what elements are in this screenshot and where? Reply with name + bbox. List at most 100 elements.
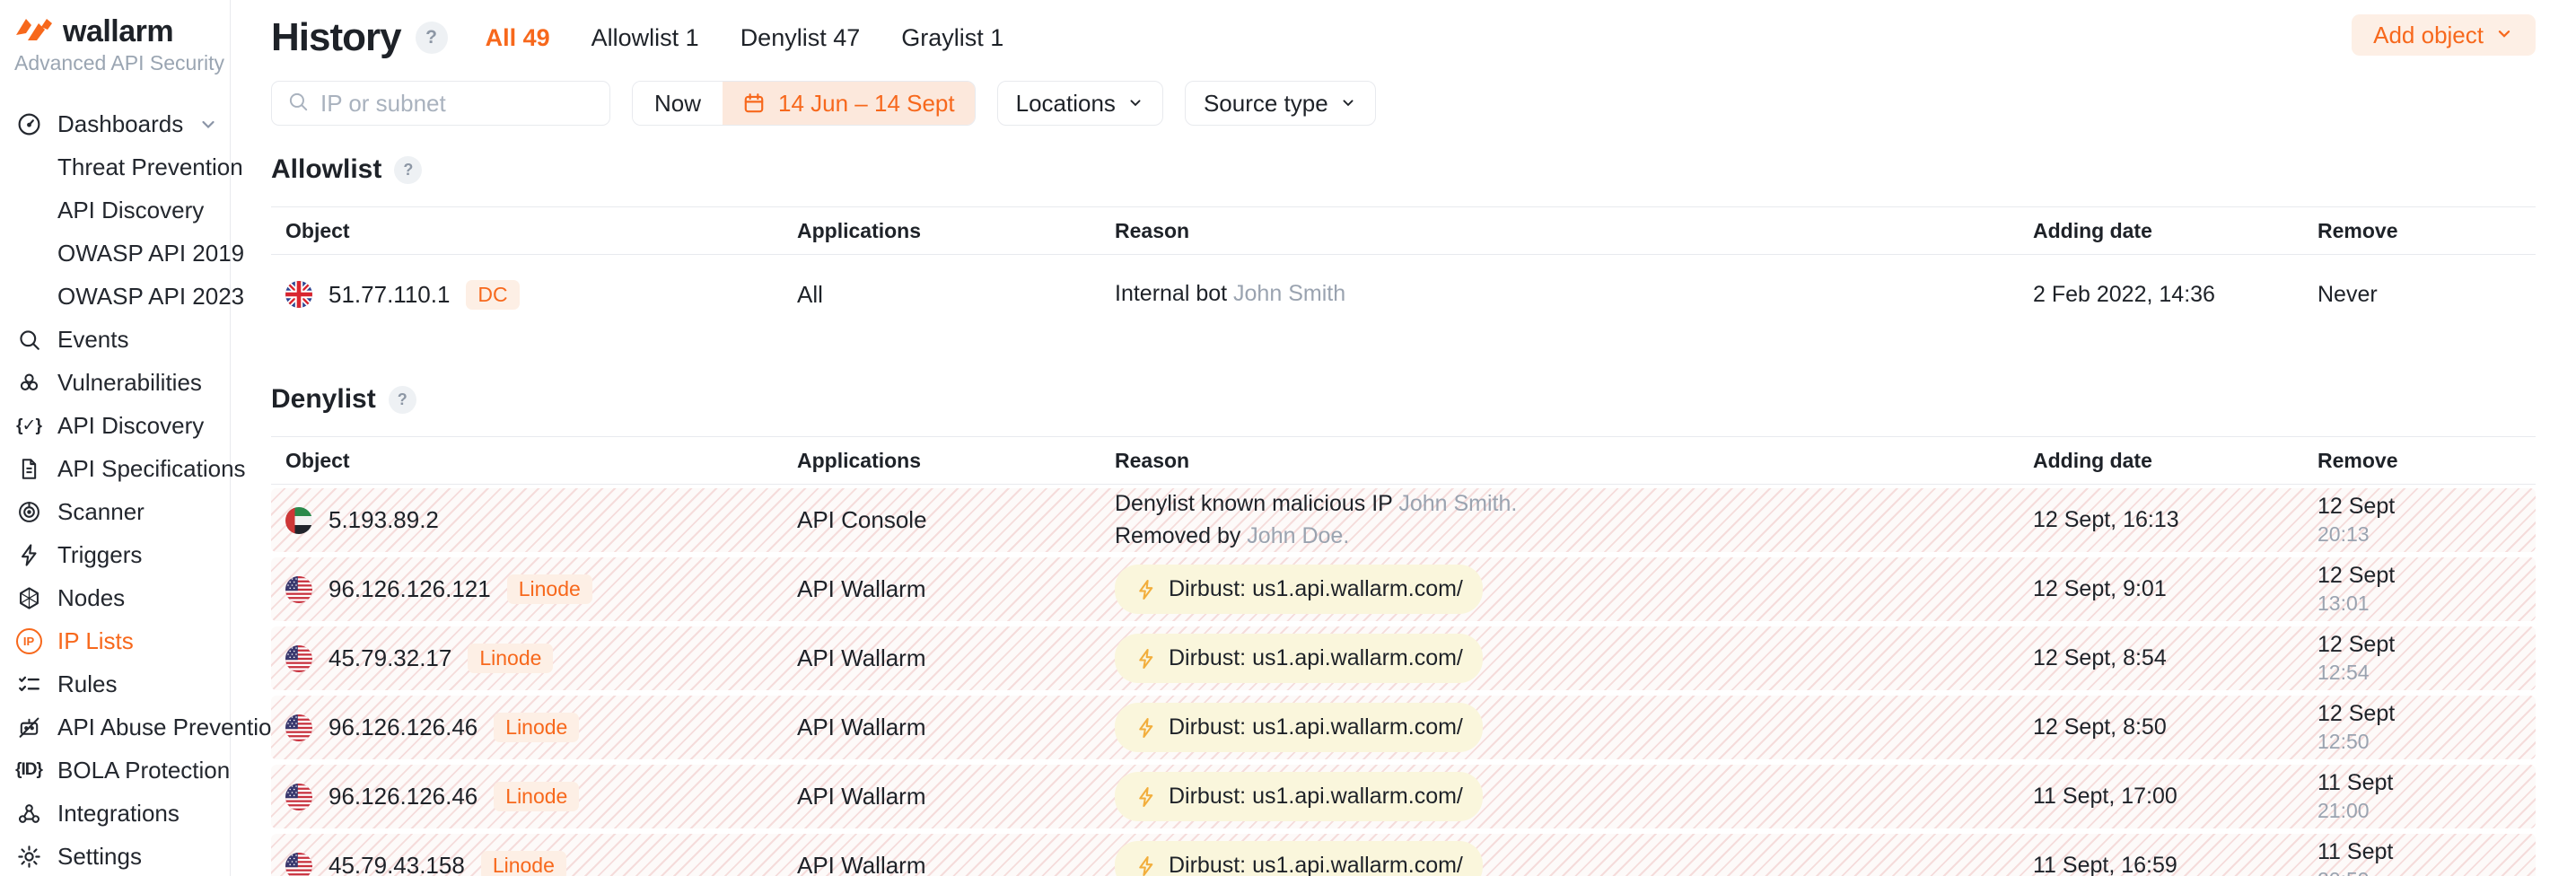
applications-cell: All <box>797 281 1115 309</box>
sidebar-item-settings[interactable]: Settings <box>14 835 230 876</box>
sidebar-item-api-abuse-prevention[interactable]: API Abuse Prevention <box>14 705 230 749</box>
flag-gb-icon <box>285 281 312 308</box>
attack-reason-badge: Dirbust: us1.api.wallarm.com/ <box>1115 634 1483 684</box>
reason-badge-label: Dirbust: us1.api.wallarm.com/ <box>1169 850 1463 876</box>
sidebar-item-api-discovery[interactable]: {✓} API Discovery <box>14 404 230 447</box>
sidebar-item-rules[interactable]: Rules <box>14 662 230 705</box>
id-braces-icon: {ID} <box>14 756 43 784</box>
help-icon[interactable]: ? <box>416 22 448 54</box>
tab-allowlist[interactable]: Allowlist 1 <box>591 24 699 52</box>
remove-cell: 11 Sept21:00 <box>2318 770 2536 823</box>
sidebar-item-label: Nodes <box>57 584 125 612</box>
sidebar-item-triggers[interactable]: Triggers <box>14 533 230 576</box>
now-button[interactable]: Now <box>633 82 723 125</box>
braces-check-icon: {✓} <box>14 411 43 440</box>
add-object-button[interactable]: Add object <box>2352 14 2536 56</box>
search-box[interactable] <box>271 81 610 126</box>
sidebar-item-scanner[interactable]: Scanner <box>14 490 230 533</box>
reason-text: Removed by <box>1115 523 1247 548</box>
denylist-row[interactable]: 96.126.126.46LinodeAPI WallarmDirbust: u… <box>271 696 2536 759</box>
tab-denylist[interactable]: Denylist 47 <box>740 24 861 52</box>
remove-cell: 12 Sept20:13 <box>2318 494 2536 547</box>
allowlist-row[interactable]: 51.77.110.1DCAllInternal bot John Smith2… <box>271 258 2536 330</box>
filter-bar: Now 14 Jun – 14 Sept Locations Source ty… <box>271 81 2536 126</box>
column-header-remove: Remove <box>2318 219 2536 243</box>
object-tag-badge: Linode <box>481 851 566 876</box>
denylist-row[interactable]: 45.79.32.17LinodeAPI WallarmDirbust: us1… <box>271 626 2536 690</box>
reason-cell: Denylist known malicious IP John Smith.R… <box>1115 488 2033 552</box>
remove-cell: 12 Sept13:01 <box>2318 563 2536 616</box>
remove-time: 20:13 <box>2318 522 2536 547</box>
denylist-row[interactable]: 5.193.89.2API ConsoleDenylist known mali… <box>271 488 2536 552</box>
reason-cell: Dirbust: us1.api.wallarm.com/ <box>1115 634 2033 684</box>
bolt-icon <box>14 540 43 569</box>
remove-date: 11 Sept <box>2318 839 2536 865</box>
object-tag-badge: Linode <box>468 644 553 673</box>
denylist-row[interactable]: 45.79.43.158 Linode API Wallarm Dirbust: us… <box>271 834 2536 876</box>
sidebar-item-label: API Discovery <box>57 412 204 440</box>
sidebar-item-api-specifications[interactable]: API Specifications <box>14 447 230 490</box>
wallarm-logo-icon <box>14 15 54 48</box>
sidebar-item-label: API Specifications <box>57 455 246 483</box>
adding-date-cell: 11 Sept, 17:00 <box>2033 784 2318 810</box>
remove-cell: 12 Sept 12:50 <box>2318 701 2536 754</box>
calendar-icon <box>742 92 766 115</box>
help-icon[interactable]: ? <box>394 156 422 184</box>
applications-cell: API Wallarm <box>797 852 1115 876</box>
sidebar: wallarm Advanced API Security Dashboards… <box>0 0 231 876</box>
date-range-button[interactable]: 14 Jun – 14 Sept <box>723 82 975 125</box>
column-header-adding-date: Adding date <box>2033 219 2318 243</box>
brand-subtitle: Advanced API Security <box>14 51 230 75</box>
page-header: History ? All 49Allowlist 1Denylist 47Gr… <box>271 11 2536 65</box>
sidebar-item-api-discovery[interactable]: API Discovery <box>14 188 230 232</box>
sidebar-item-owasp-api-2019[interactable]: OWASP API 2019 <box>14 232 230 275</box>
list-tabs: All 49 Allowlist 1 Denylist 47 Graylist 1 <box>486 24 1004 52</box>
ip-address: 45.79.43.158 <box>329 852 465 876</box>
allowlist-section: Allowlist?ObjectApplicationsReasonAdding… <box>271 154 2536 330</box>
brand: wallarm Advanced API Security <box>14 14 230 75</box>
sidebar-item-label: Dashboards <box>57 110 183 138</box>
reason-badge-label: Dirbust: us1.api.wallarm.com/ <box>1169 781 1463 813</box>
sidebar-item-label: Vulnerabilities <box>57 369 202 397</box>
reason-text: Denylist known malicious IP <box>1115 491 1398 516</box>
tab-all[interactable]: All 49 <box>486 24 550 52</box>
source-type-dropdown[interactable]: Source type <box>1185 81 1376 126</box>
app-window: wallarm Advanced API Security Dashboards… <box>0 0 2576 876</box>
flag-us-icon <box>285 714 312 741</box>
object-tag-badge: Linode <box>507 574 592 604</box>
help-icon[interactable]: ? <box>389 386 416 414</box>
sidebar-item-events[interactable]: Events <box>14 318 230 361</box>
sidebar-item-vulnerabilities[interactable]: Vulnerabilities <box>14 361 230 404</box>
adding-date-cell: 12 Sept, 16:13 <box>2033 507 2318 533</box>
object-cell: 96.126.126.121Linode <box>271 574 797 604</box>
applications-cell: API Console <box>797 506 1115 534</box>
sidebar-item-threat-prevention[interactable]: Threat Prevention <box>14 145 230 188</box>
denylist-row[interactable]: 96.126.126.46LinodeAPI WallarmDirbust: u… <box>271 765 2536 828</box>
denylist-row[interactable]: 96.126.126.121LinodeAPI WallarmDirbust: … <box>271 557 2536 621</box>
flag-ae-icon <box>285 507 312 534</box>
adding-date-cell: 12 Sept, 8:54 <box>2033 645 2318 671</box>
tab-graylist[interactable]: Graylist 1 <box>901 24 1003 52</box>
attack-reason-badge: Dirbust: us1.api.wallarm.com/ <box>1115 841 1483 876</box>
sidebar-item-dashboards[interactable]: Dashboards <box>14 102 230 145</box>
remove-date: 11 Sept <box>2318 770 2536 796</box>
sidebar-item-bola-protection[interactable]: {ID}BOLA Protection <box>14 749 230 792</box>
sidebar-item-integrations[interactable]: Integrations <box>14 792 230 835</box>
object-tag-badge: Linode <box>494 713 579 742</box>
sidebar-item-ip-lists[interactable]: IPIP Lists <box>14 619 230 662</box>
search-input[interactable] <box>320 90 595 118</box>
remove-time: 12:50 <box>2318 730 2536 754</box>
remove-date: 12 Sept <box>2318 701 2536 727</box>
column-header-applications: Applications <box>797 449 1115 473</box>
ip-address: 51.77.110.1 <box>329 281 450 309</box>
locations-dropdown[interactable]: Locations <box>997 81 1163 126</box>
sidebar-item-owasp-api-2023[interactable]: OWASP API 2023 <box>14 275 230 318</box>
hexagon-icon <box>14 583 43 612</box>
time-range-segment: Now 14 Jun – 14 Sept <box>632 81 976 126</box>
sidebar-item-nodes[interactable]: Nodes <box>14 576 230 619</box>
sidebar-item-label: Events <box>57 326 129 354</box>
share-nodes-icon <box>14 799 43 828</box>
sidebar-item-label: Integrations <box>57 800 180 828</box>
object-tag-badge: Linode <box>494 782 579 811</box>
column-header-remove: Remove <box>2318 449 2536 473</box>
